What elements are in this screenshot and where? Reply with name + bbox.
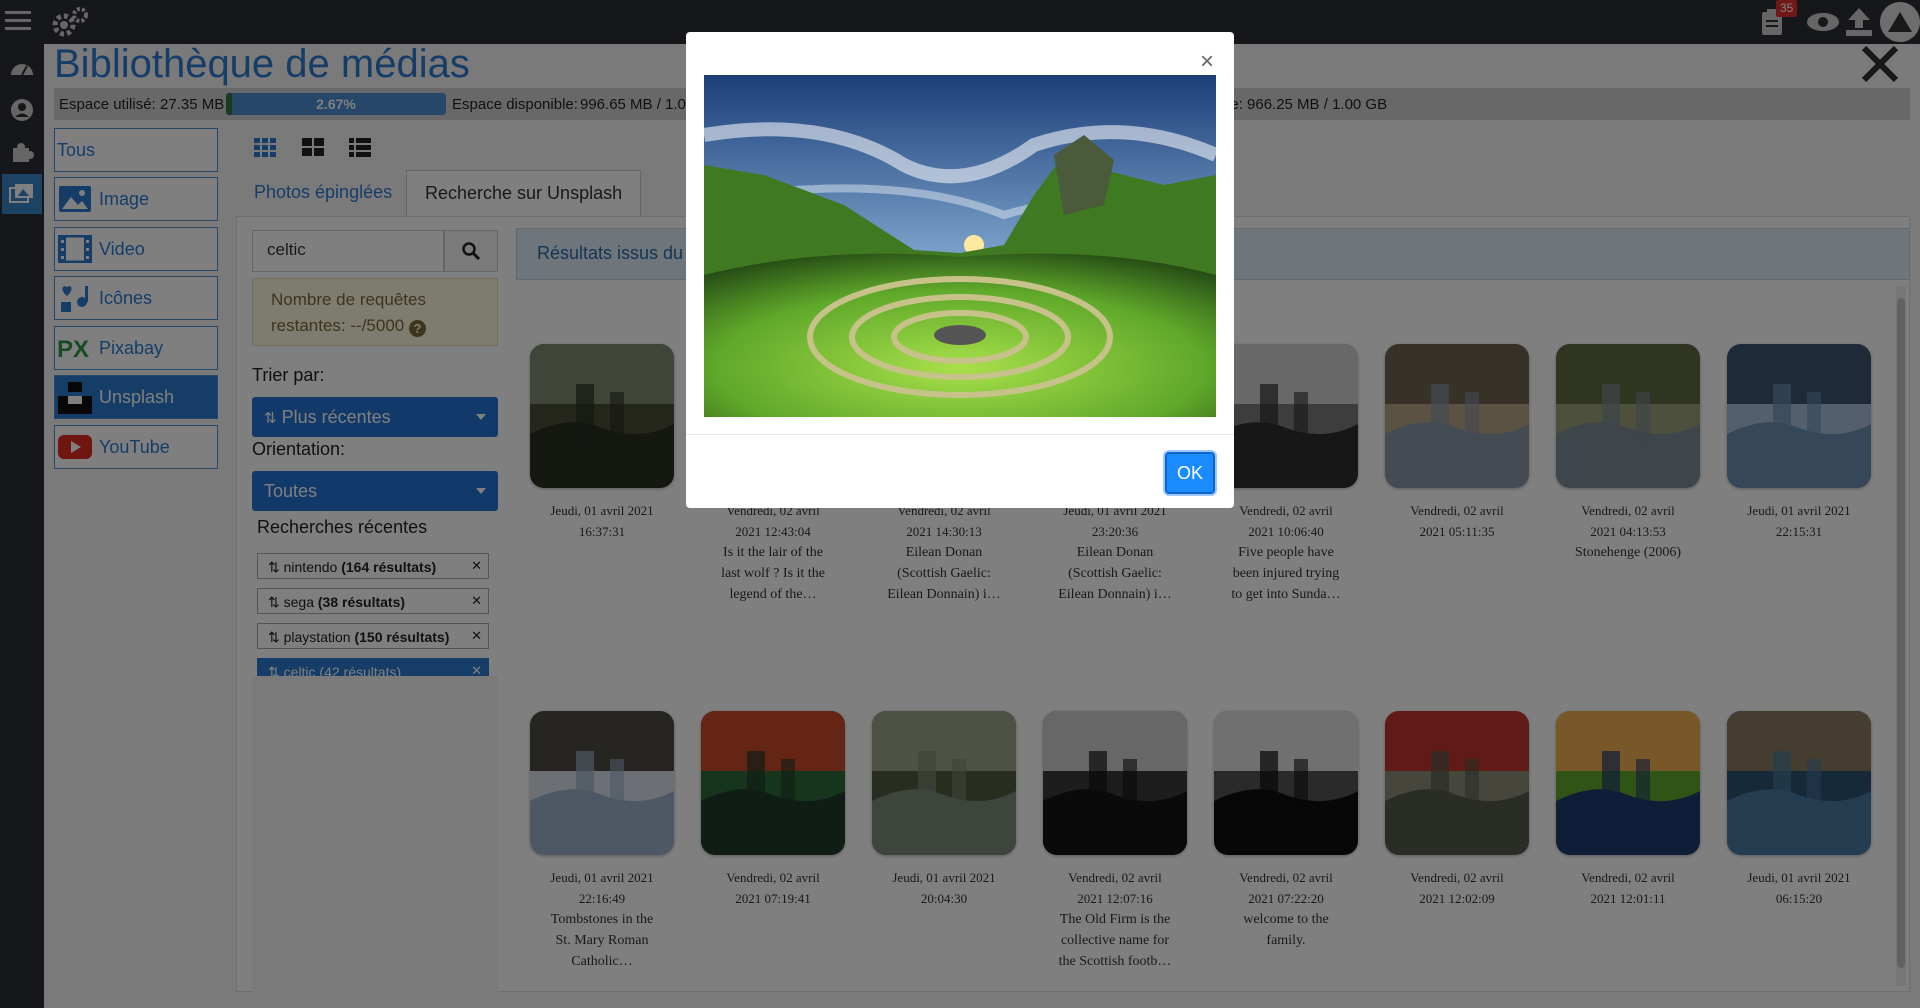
ok-button[interactable]: OK: [1165, 452, 1215, 494]
modal-close-button[interactable]: ×: [1200, 50, 1214, 74]
image-preview-modal: × OK: [686, 32, 1234, 508]
preview-image: [704, 75, 1216, 417]
modal-footer-divider: [686, 434, 1234, 435]
